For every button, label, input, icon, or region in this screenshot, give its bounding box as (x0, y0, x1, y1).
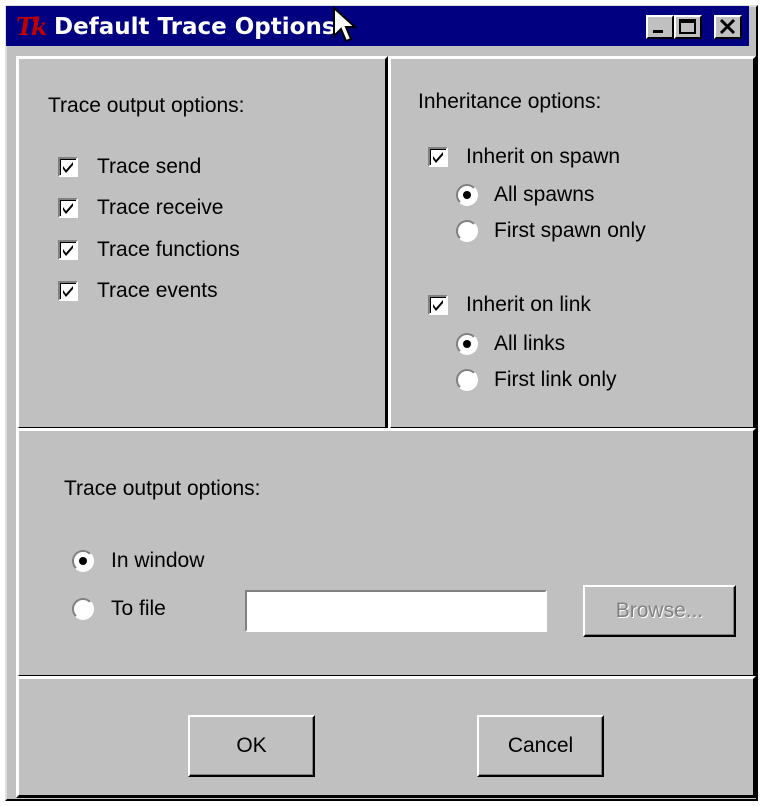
first-link-only-radio[interactable] (456, 369, 478, 391)
checkmark-icon (63, 286, 73, 297)
in-window-label[interactable]: In window (111, 549, 204, 573)
all-links-label[interactable]: All links (494, 332, 565, 356)
inherit-on-link-checkbox[interactable] (428, 295, 448, 315)
close-button[interactable] (714, 15, 742, 39)
first-spawn-only-label[interactable]: First spawn only (494, 219, 646, 243)
in-window-radio[interactable] (72, 550, 94, 572)
trace-events-checkbox[interactable] (58, 281, 78, 301)
maximize-icon (679, 19, 696, 34)
file-path-input[interactable] (245, 590, 547, 632)
all-spawns-radio[interactable] (456, 184, 478, 206)
ok-button-label: OK (236, 734, 267, 757)
checkmark-icon (433, 152, 443, 163)
button-panel (16, 676, 756, 798)
all-links-radio[interactable] (456, 333, 478, 355)
maximize-button[interactable] (674, 15, 702, 39)
trace-receive-label[interactable]: Trace receive (97, 196, 223, 220)
trace-options-heading: Trace output options: (48, 94, 245, 117)
inherit-on-spawn-label[interactable]: Inherit on spawn (466, 145, 620, 169)
inherit-on-spawn-checkbox[interactable] (428, 147, 448, 167)
radio-dot (79, 557, 87, 565)
browse-button[interactable]: Browse... (583, 585, 736, 637)
mouse-pointer-icon (332, 5, 358, 51)
trace-receive-checkbox[interactable] (58, 198, 78, 218)
to-file-label[interactable]: To file (111, 597, 166, 621)
checkmark-icon (433, 300, 443, 311)
trace-functions-label[interactable]: Trace functions (97, 238, 240, 262)
first-link-only-label[interactable]: First link only (494, 368, 617, 392)
checkmark-icon (63, 162, 73, 173)
window-title: Default Trace Options (54, 14, 336, 40)
radio-dot (463, 340, 471, 348)
trace-functions-checkbox[interactable] (58, 240, 78, 260)
close-icon (719, 18, 736, 35)
first-spawn-only-radio[interactable] (456, 220, 478, 242)
browse-button-label: Browse... (615, 599, 704, 622)
trace-events-label[interactable]: Trace events (97, 279, 218, 303)
title-bar[interactable]: Tk Default Trace Options (6, 5, 749, 46)
to-file-radio[interactable] (72, 598, 94, 620)
ok-button[interactable]: OK (188, 715, 315, 777)
checkmark-icon (63, 245, 73, 256)
minimize-icon (653, 30, 663, 33)
inheritance-options-heading: Inheritance options: (418, 90, 602, 113)
checkmark-icon (63, 203, 73, 214)
minimize-button[interactable] (646, 15, 674, 39)
radio-dot (463, 191, 471, 199)
trace-send-checkbox[interactable] (58, 157, 78, 177)
all-spawns-label[interactable]: All spawns (494, 183, 594, 207)
cancel-button-label: Cancel (507, 734, 574, 757)
output-options-heading: Trace output options: (64, 477, 261, 500)
trace-send-label[interactable]: Trace send (97, 155, 201, 179)
cancel-button[interactable]: Cancel (477, 715, 604, 777)
inherit-on-link-label[interactable]: Inherit on link (466, 293, 591, 317)
tk-logo-icon: Tk (16, 12, 47, 41)
